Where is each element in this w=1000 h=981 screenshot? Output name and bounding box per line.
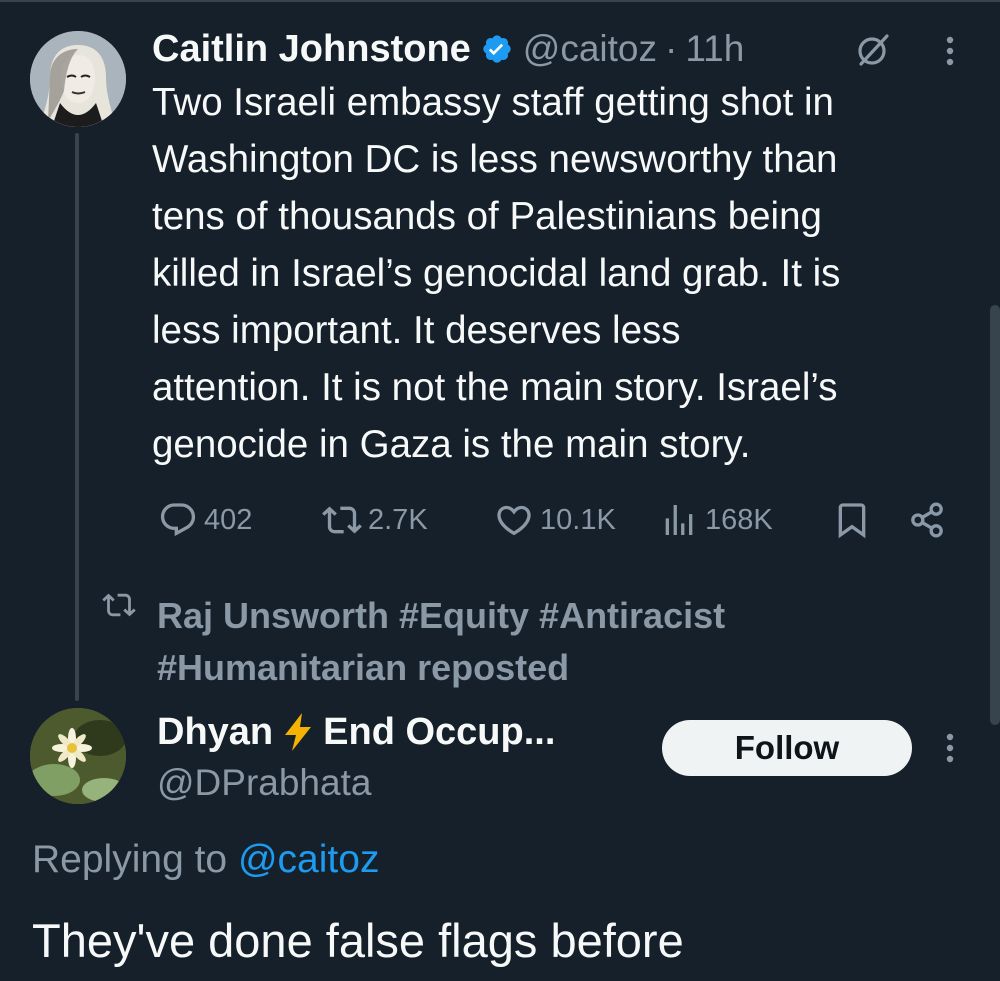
tweet-thread-page: Caitlin Johnstone @caitoz · 11h Two Isra… xyxy=(0,0,1000,981)
views-count: 168K xyxy=(705,503,773,536)
share-button[interactable] xyxy=(907,495,947,545)
follow-button[interactable]: Follow xyxy=(662,720,912,776)
lightning-bolt-icon xyxy=(281,712,315,752)
tweet-timestamp[interactable]: 11h xyxy=(685,28,744,70)
repost-button[interactable]: 2.7K xyxy=(322,495,428,545)
repost-notice-text[interactable]: Raj Unsworth #Equity #Antiracist #Humani… xyxy=(157,590,857,694)
header-separator: · xyxy=(665,28,678,69)
bookmark-icon xyxy=(832,500,872,540)
reply-author-avatar[interactable] xyxy=(30,708,126,804)
tweet-header: Caitlin Johnstone @caitoz · 11h xyxy=(152,24,744,74)
repost-icon xyxy=(322,500,362,540)
replying-to-label: Replying to xyxy=(32,838,228,881)
repost-notice-icon xyxy=(102,591,136,619)
like-button[interactable]: 10.1K xyxy=(494,495,616,545)
tweet-body-text: Two Israeli embassy staff getting shot i… xyxy=(152,81,841,466)
reply-more-options-icon[interactable] xyxy=(938,728,962,768)
author-name[interactable]: Caitlin Johnstone xyxy=(152,28,471,71)
reply-author-handle[interactable]: @DPrabhata xyxy=(157,758,371,808)
scrollbar[interactable] xyxy=(990,305,1000,725)
top-divider xyxy=(0,0,1000,2)
reply-count: 402 xyxy=(204,503,253,536)
bookmark-button[interactable] xyxy=(832,495,872,545)
reply-button[interactable]: 402 xyxy=(158,495,252,545)
grok-icon[interactable] xyxy=(853,30,893,70)
views-button[interactable]: 168K xyxy=(659,495,773,545)
reply-icon xyxy=(158,500,198,540)
views-chart-icon xyxy=(659,500,699,540)
reply-author-name-end: End Occup... xyxy=(323,710,556,753)
verified-badge-icon xyxy=(481,33,513,65)
like-count: 10.1K xyxy=(540,503,616,536)
repost-count: 2.7K xyxy=(368,503,428,536)
replying-to-mention[interactable]: @caitoz xyxy=(238,838,379,881)
replying-to-line: Replying to @caitoz xyxy=(32,834,379,886)
reply-author-name[interactable]: Dhyan End Occup... xyxy=(157,706,555,758)
reply-author-name-start: Dhyan xyxy=(157,710,274,753)
thread-connector-line xyxy=(75,133,79,701)
more-options-icon[interactable] xyxy=(938,31,962,71)
reply-body-text: They've done false flags before xyxy=(32,914,684,967)
tweet-action-bar: 402 2.7K 10.1K 168K xyxy=(152,495,952,545)
author-avatar[interactable] xyxy=(30,31,126,127)
author-handle[interactable]: @caitoz xyxy=(523,28,657,70)
heart-icon xyxy=(494,500,534,540)
share-icon xyxy=(907,500,947,540)
